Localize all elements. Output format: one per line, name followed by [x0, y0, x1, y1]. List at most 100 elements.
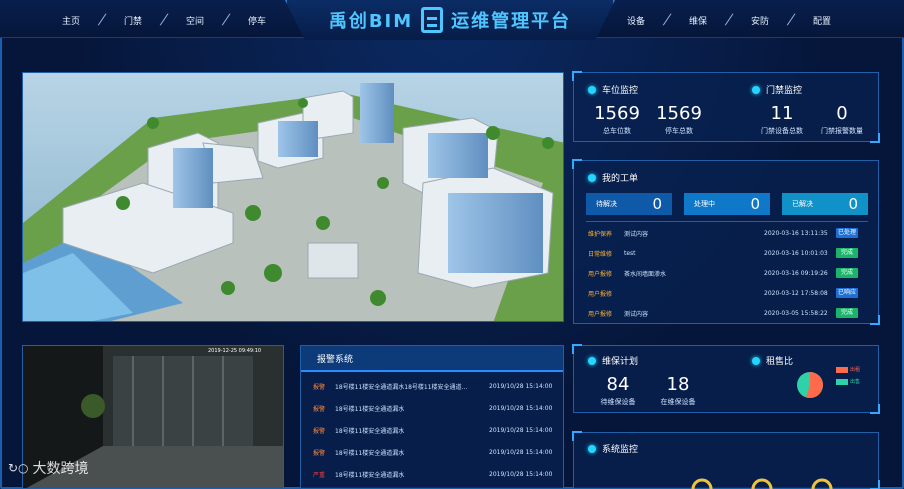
legend-rent-label: 出租	[850, 367, 861, 373]
total-spaces-value: 1569	[594, 103, 640, 124]
nav-config[interactable]: 配置	[801, 14, 843, 27]
alarm-row[interactable]: 报警 18号楼11楼安全通道漏水18号楼11楼安全通道... 2019/10/28 …	[313, 375, 553, 397]
order-type: 用户报修	[588, 290, 613, 298]
legend-sale: 出售	[836, 378, 860, 385]
gauge-memory-arc	[751, 478, 773, 489]
total-spaces-stat: 1569 总车位数	[592, 103, 642, 136]
nav-parking[interactable]: 停车	[236, 14, 278, 27]
status-dot-icon	[752, 356, 760, 365]
parking-title-text: 车位监控	[602, 86, 639, 96]
access-alarms-value: 0	[836, 103, 848, 124]
gauge-cpu-arc	[691, 478, 713, 489]
pending-label: 待解决	[596, 200, 617, 208]
status-badge: 完成	[836, 268, 858, 278]
pending-maintenance-stat: 84 待维保设备	[596, 374, 640, 407]
access-devices-value: 11	[770, 103, 794, 124]
order-time: 2020-03-12 17:58:08	[764, 289, 828, 297]
pending-orders-box[interactable]: 待解决 0	[586, 193, 672, 215]
status-dot-icon	[588, 444, 596, 453]
alarm-text: 18号楼11楼安全通道漏水18号楼11楼安全通道...	[335, 383, 468, 391]
status-dot-icon	[588, 173, 596, 182]
gauge-disk-arc	[811, 478, 833, 489]
alarm-row[interactable]: 报警 18号楼11楼安全通道漏水 2019/10/28 15:14:00	[313, 397, 553, 419]
status-dot-icon	[588, 85, 596, 94]
alarm-row[interactable]: 报警 18号楼11楼安全通道漏水 2019/10/28 15:14:00	[313, 441, 553, 463]
legend-swatch	[836, 366, 848, 373]
header: 主页 / 门禁 / 空间 / 停车 禹创BIM 运维管理平台 设备 / 维保 / 安防 / …	[0, 0, 904, 40]
campus-3d-model[interactable]	[23, 73, 564, 322]
parking-monitor-title: 车位监控	[588, 83, 638, 96]
access-devices-stat: 11 门禁设备总数	[754, 103, 810, 136]
app-title: 禹创BIM	[328, 11, 414, 32]
system-title-text: 系统监控	[602, 445, 639, 455]
status-badge: 已处理	[836, 228, 858, 238]
watermark: ↻○ 大数跨境	[8, 458, 89, 478]
status-badge: 已响应	[836, 288, 858, 298]
alarm-text: 18号楼11楼安全通道漏水	[335, 471, 405, 479]
nav-home[interactable]: 主页	[50, 14, 92, 27]
alarm-row[interactable]: 严重 18号楼11楼安全通道漏水 2019/10/28 15:14:00	[313, 463, 553, 485]
order-time: 2020-03-16 09:19:26	[764, 269, 828, 277]
divider	[586, 221, 868, 222]
work-order-row[interactable]: 维护保养 测试内容 2020-03-16 13:11:35 已处理	[588, 223, 858, 243]
legend-rent: 出租	[836, 366, 860, 373]
alarm-time: 2019/10/28 15:14:00	[489, 404, 553, 412]
access-title-text: 门禁监控	[766, 86, 803, 96]
work-order-row[interactable]: 用户报修 测试内容 2020-03-05 15:58:22 完成	[588, 303, 858, 323]
cctv-timestamp: 2019-12-25 09:49:10	[208, 348, 262, 354]
alarm-system-title: 报警系统	[317, 354, 354, 365]
title-box: 禹创BIM 运维管理平台	[285, 0, 615, 40]
alarm-text: 18号楼11楼安全通道漏水	[335, 405, 405, 413]
work-order-row[interactable]: 用户报修 2020-03-12 17:58:08 已响应	[588, 283, 858, 303]
order-time: 2020-03-05 15:58:22	[764, 309, 828, 317]
status-dot-icon	[752, 85, 760, 94]
order-content: 茶水间墙面渗水	[624, 270, 667, 278]
pending-maintenance-value: 84	[606, 374, 630, 395]
alarm-time: 2019/10/28 15:14:00	[489, 382, 553, 390]
order-type: 日常维修	[588, 250, 613, 258]
parking-access-panel: 车位监控 门禁监控 1569 总车位数 1569 停车总数 11 门禁设备总数 0 门禁…	[572, 71, 880, 143]
work-orders-panel: 我的工单 待解决 0 处理中 0 已解决 0 维护保养 测试内容 2020-03-16 1…	[572, 159, 880, 325]
pending-value: 0	[652, 195, 662, 213]
order-content: test	[624, 249, 636, 257]
alarm-time: 2019/10/28 15:14:00	[489, 448, 553, 456]
system-monitor-panel: 系统监控	[572, 431, 880, 489]
order-time: 2020-03-16 13:11:35	[764, 229, 828, 237]
status-badge: 完成	[836, 308, 858, 318]
access-alarms-stat: 0 门禁报警数量	[814, 103, 870, 136]
order-content: 测试内容	[624, 230, 649, 238]
access-devices-label: 门禁设备总数	[761, 127, 803, 135]
watermark-text: 大数跨境	[32, 461, 89, 477]
resolved-value: 0	[848, 195, 858, 213]
brand-logo-icon	[421, 7, 444, 33]
alarm-text: 18号楼11楼安全通道漏水	[335, 449, 405, 457]
parked-total-stat: 1569 停车总数	[654, 103, 704, 136]
work-orders-title-text: 我的工单	[602, 174, 639, 184]
alarm-type: 严重	[313, 471, 326, 479]
work-orders-title: 我的工单	[588, 171, 638, 184]
nav-right: 设备 / 维保 / 安防 / 配置	[615, 12, 843, 28]
maintenance-plan-title: 维保计划	[588, 354, 638, 367]
work-order-row[interactable]: 用户报修 茶水间墙面渗水 2020-03-16 09:19:26 完成	[588, 263, 858, 283]
processing-orders-box[interactable]: 处理中 0	[684, 193, 770, 215]
rental-ratio-title: 租售比	[752, 354, 793, 367]
rental-pie-chart[interactable]	[795, 370, 825, 400]
bim-3d-view[interactable]	[22, 72, 564, 322]
ongoing-maintenance-label: 在维保设备	[660, 398, 696, 406]
alarm-type: 报警	[313, 449, 326, 457]
nav-space[interactable]: 空间	[174, 14, 216, 27]
nav-access[interactable]: 门禁	[112, 14, 154, 27]
nav-security[interactable]: 安防	[739, 14, 781, 27]
ongoing-maintenance-value: 18	[666, 374, 690, 395]
nav-maintenance[interactable]: 维保	[677, 14, 719, 27]
system-gauges	[691, 478, 833, 489]
order-type: 用户报修	[588, 270, 613, 278]
resolved-orders-box[interactable]: 已解决 0	[782, 193, 868, 215]
nav-equipment[interactable]: 设备	[615, 14, 657, 27]
work-order-row[interactable]: 日常维修 test 2020-03-16 10:01:03 完成	[588, 243, 858, 263]
order-content: 测试内容	[624, 310, 649, 318]
legend-swatch	[836, 378, 848, 385]
app-title-rest: 运维管理平台	[451, 11, 572, 32]
access-alarms-label: 门禁报警数量	[821, 127, 863, 135]
alarm-row[interactable]: 报警 18号楼11楼安全通道漏水 2019/10/28 15:14:00	[313, 419, 553, 441]
